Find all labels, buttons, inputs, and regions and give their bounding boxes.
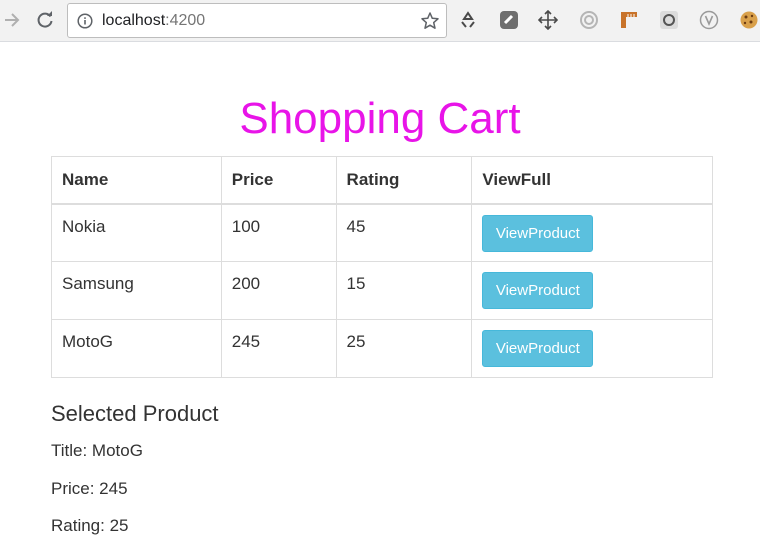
header-rating: Rating [335, 156, 473, 205]
header-name: Name [51, 156, 222, 205]
cell-action: ViewProduct [471, 203, 713, 262]
cell-action: ViewProduct [471, 319, 713, 378]
view-product-button[interactable]: ViewProduct [482, 272, 594, 309]
cell-price: 245 [220, 319, 337, 378]
square-extension-icon [500, 11, 518, 29]
header-viewfull: ViewFull [471, 156, 713, 205]
cell-rating: 25 [335, 319, 473, 378]
page-title: Shopping Cart [239, 94, 521, 143]
extension-recycle[interactable] [458, 10, 478, 30]
url-text: localhost:4200 [102, 12, 205, 30]
reload-icon [37, 11, 53, 28]
selected-title: Title: MotoG [51, 441, 143, 460]
extension-square[interactable] [499, 10, 519, 30]
url-port: :4200 [165, 12, 206, 29]
extension-cookie[interactable] [739, 10, 759, 30]
extension-move[interactable] [538, 10, 558, 30]
extension-v[interactable] [699, 10, 719, 30]
table-row: MotoG 245 25 ViewProduct [51, 319, 713, 378]
cart-table: Name Price Rating ViewFull Nokia 100 45 … [51, 156, 713, 378]
extension-rounded-square[interactable] [659, 10, 679, 30]
bookmark-star-icon[interactable] [420, 11, 440, 31]
url-host: localhost [102, 12, 166, 29]
cell-name: Nokia [51, 203, 222, 262]
cell-action: ViewProduct [471, 261, 713, 320]
recycle-icon [461, 11, 475, 28]
selected-product-heading: Selected Product [51, 401, 219, 426]
move-cross-icon [538, 10, 558, 30]
table-row: Nokia 100 45 ViewProduct [51, 203, 713, 262]
info-icon[interactable] [77, 13, 93, 29]
cell-name: Samsung [51, 261, 222, 320]
view-product-button[interactable]: ViewProduct [482, 330, 594, 367]
forward-arrow-icon [5, 13, 20, 27]
ruler-icon [621, 12, 637, 28]
cell-price: 100 [220, 203, 337, 262]
forward-button[interactable] [0, 8, 24, 32]
header-price: Price [220, 156, 337, 205]
circle-target-icon [580, 11, 598, 29]
browser-toolbar: localhost:4200 [0, 0, 760, 42]
v-circle-icon [699, 10, 719, 30]
reload-button[interactable] [33, 8, 57, 32]
cell-rating: 45 [335, 203, 473, 262]
cell-name: MotoG [51, 319, 222, 378]
selected-rating: Rating: 25 [51, 516, 129, 535]
table-row: Samsung 200 15 ViewProduct [51, 261, 713, 320]
rounded-square-icon [660, 11, 678, 29]
selected-price: Price: 245 [51, 479, 128, 498]
cell-price: 200 [220, 261, 337, 320]
table-header-row: Name Price Rating ViewFull [51, 156, 713, 205]
address-bar[interactable]: localhost:4200 [67, 3, 447, 38]
cell-rating: 15 [335, 261, 473, 320]
extension-target[interactable] [579, 10, 599, 30]
extension-ruler[interactable] [619, 10, 639, 30]
cookie-icon [740, 11, 758, 29]
view-product-button[interactable]: ViewProduct [482, 214, 594, 252]
